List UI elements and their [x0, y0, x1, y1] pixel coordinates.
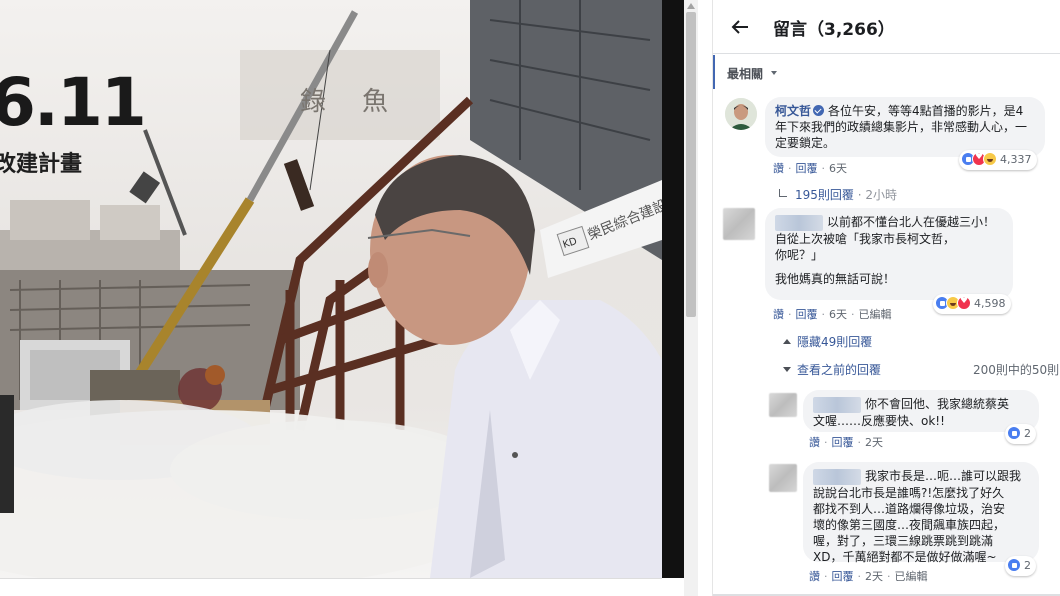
reaction-count: 2 — [1024, 427, 1031, 440]
reactions-summary[interactable]: 2 — [1005, 424, 1036, 444]
reply-bubble: 我家市長是…呃…誰可以跟我 說說台北市長是誰嗎?!怎麼找了好久 都找不到人…道路… — [803, 462, 1039, 564]
avatar[interactable] — [769, 393, 797, 417]
view-previous-label[interactable]: 查看之前的回覆 — [797, 363, 881, 377]
avatar[interactable] — [769, 464, 797, 492]
comment-time[interactable]: 6天 — [829, 162, 847, 175]
reply-arrow-icon — [779, 189, 787, 197]
reply-button[interactable]: 回覆 — [832, 436, 854, 449]
reply-text-line: 說說台北市長是誰嗎?!怎麼找了好久 — [813, 485, 1005, 500]
plan-subtitle-text: 改建計畫 — [0, 152, 83, 177]
scrollbar-thumb[interactable] — [686, 12, 696, 317]
date-overlay-text: 6.11 — [0, 64, 147, 141]
view-previous-replies-link[interactable]: 查看之前的回覆 — [783, 361, 881, 378]
reaction-count: 4,598 — [974, 297, 1006, 310]
like-button[interactable]: 讚 — [773, 162, 784, 175]
like-button[interactable]: 讚 — [809, 436, 820, 449]
reply-bubble: 你不會回他、我家總統蔡英 文喔……反應要快、ok!! — [803, 390, 1039, 432]
replies-page-count: 200則中的50則 — [973, 363, 1060, 377]
avatar[interactable] — [723, 208, 755, 240]
comment-bubble: 以前都不懂台北人在優越三小！ 自從上次被嗆「我家市長柯文哲， 你呢？」 我他媽真… — [765, 208, 1013, 300]
hide-replies-label[interactable]: 隱藏49則回覆 — [797, 335, 872, 349]
reply-text-line: 喔，對了，三環三線跳票跳到跳滿 — [813, 533, 994, 548]
hide-replies-link[interactable]: 隱藏49則回覆 — [783, 333, 872, 350]
photo-dark-edge — [662, 0, 684, 578]
sign-text-right: 魚 — [362, 87, 388, 117]
like-reaction-icon — [1007, 426, 1021, 440]
like-reaction-icon — [1007, 558, 1021, 572]
like-button[interactable]: 讚 — [773, 308, 784, 321]
arrow-left-icon[interactable] — [729, 16, 751, 38]
photo-dark-strip — [0, 395, 14, 513]
replies-time: 2小時 — [865, 188, 897, 202]
sort-label[interactable]: 最相關 — [727, 65, 763, 82]
post-media: 錄魚榮民綜合建設 KD 6.11 改建計畫 — [0, 0, 684, 596]
reply-text-line: 壞的像第三國度…夜間飆車族四起， — [813, 517, 1006, 532]
reaction-count: 2 — [1024, 559, 1031, 572]
comment-text-line: 我他媽真的無話可說！ — [775, 271, 896, 286]
avatar[interactable] — [725, 98, 757, 130]
reply-text-line: XD，千萬絕對都不是做好做滿喔~ — [813, 549, 997, 564]
comments-title: 留言（3,266） — [773, 20, 895, 40]
chevron-down-icon[interactable] — [771, 71, 777, 75]
view-replies-link[interactable]: 195則回覆 · 2小時 — [779, 186, 897, 203]
comment-actions: 讚 · 回覆 · 6天 — [773, 162, 847, 175]
haha-reaction-icon — [983, 152, 997, 166]
comment-text-line: 以前都不懂台北人在優越三小！ — [827, 215, 996, 229]
reactions-summary[interactable]: 2 — [1005, 556, 1036, 576]
comment-time[interactable]: 6天 — [829, 308, 847, 321]
comment-actions: 讚 · 回覆 · 6天 · 已編輯 — [773, 308, 892, 321]
edited-label[interactable]: 已編輯 — [859, 308, 892, 321]
replies-count[interactable]: 195則回覆 — [795, 188, 854, 202]
reply-text-line: 我家市長是…呃…誰可以跟我 — [865, 469, 1022, 483]
comments-panel: 留言（3,266） 最相關 柯文哲 各位午安，等等4點首播的影片，是4年下來我們的… — [712, 0, 1060, 596]
reaction-count: 4,337 — [1000, 153, 1032, 166]
author-name-blurred — [813, 468, 861, 485]
media-footer-bar — [0, 578, 662, 596]
comments-header: 留言（3,266） — [713, 0, 1060, 54]
sign-text-left: 錄 — [300, 87, 326, 117]
comment-text-line: 自從上次被嗆「我家市長柯文哲， — [775, 231, 956, 246]
reply-text-line: 你不會回他、我家總統蔡英 — [865, 397, 1010, 411]
sort-dropdown[interactable]: 最相關 — [713, 55, 1060, 89]
comment-text-line: 你呢？」 — [775, 247, 824, 262]
edited-label[interactable]: 已編輯 — [895, 570, 928, 583]
reactions-summary[interactable]: 4,337 — [959, 150, 1037, 170]
reply-text-line: 都找不到人…道路爛得像垃圾，治安 — [813, 501, 1006, 516]
reply-button[interactable]: 回覆 — [796, 162, 818, 175]
author-name-blurred — [775, 214, 823, 231]
love-reaction-icon — [957, 296, 971, 310]
reply-actions: 讚 · 回覆 · 2天 — [809, 436, 883, 449]
comment-bubble: 柯文哲 各位午安，等等4點首播的影片，是4年下來我們的政績總集影片，非常感動人心，… — [765, 97, 1045, 157]
reply-button[interactable]: 回覆 — [832, 570, 854, 583]
reply-text-line: 文喔……反應要快、ok!! — [813, 413, 945, 428]
author-name-blurred — [813, 396, 861, 413]
reply-time[interactable]: 2天 — [865, 570, 883, 583]
verified-badge-icon — [813, 105, 825, 116]
comment-author[interactable]: 柯文哲 — [775, 104, 811, 118]
profile-photo-icon — [725, 98, 757, 130]
reply-actions: 讚 · 回覆 · 2天 · 已編輯 — [809, 570, 928, 583]
like-button[interactable]: 讚 — [809, 570, 820, 583]
reply-button[interactable]: 回覆 — [796, 308, 818, 321]
reactions-summary[interactable]: 4,598 — [933, 294, 1011, 314]
caret-down-icon — [783, 367, 791, 372]
scroll-up-arrow-icon[interactable] — [686, 2, 696, 10]
post-photo[interactable]: 錄魚榮民綜合建設 KD 6.11 改建計畫 — [0, 0, 662, 578]
reply-time[interactable]: 2天 — [865, 436, 883, 449]
caret-up-icon — [783, 339, 791, 344]
